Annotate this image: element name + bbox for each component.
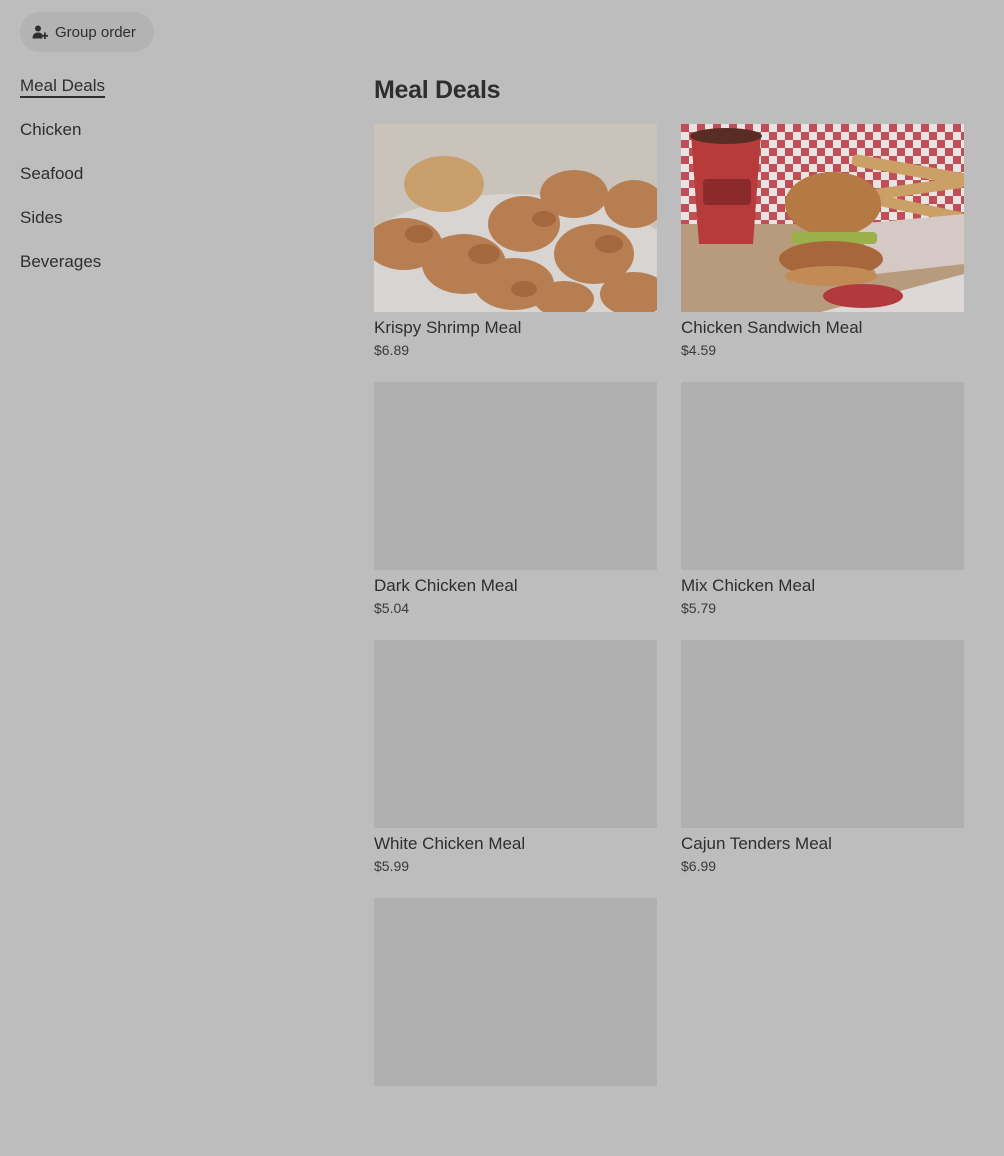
add-person-icon: [32, 24, 48, 40]
menu-item-card[interactable]: White Chicken Meal $5.99: [374, 640, 657, 898]
item-price: $5.79: [681, 600, 717, 616]
item-name: Krispy Shrimp Meal: [374, 318, 522, 337]
menu-item-card[interactable]: [374, 898, 657, 1156]
category-sides[interactable]: Sides: [20, 206, 105, 250]
item-price: $6.89: [374, 342, 410, 358]
menu-item-card[interactable]: Krispy Shrimp Meal $6.89: [374, 124, 657, 382]
item-name: Chicken Sandwich Meal: [681, 318, 863, 337]
item-name: Dark Chicken Meal: [374, 576, 518, 595]
section-title: Meal Deals: [374, 76, 501, 104]
category-chicken[interactable]: Chicken: [20, 118, 105, 162]
item-image-placeholder: [374, 640, 657, 828]
item-name: [374, 1091, 657, 1113]
category-nav: Meal Deals Chicken Seafood Sides Beverag…: [20, 74, 105, 294]
chicken-sandwich-meal-photo: [681, 124, 964, 312]
item-name: Mix Chicken Meal: [681, 576, 816, 595]
menu-item-card[interactable]: Dark Chicken Meal $5.04: [374, 382, 657, 640]
category-meal-deals[interactable]: Meal Deals: [20, 74, 105, 118]
menu-item-card[interactable]: Cajun Tenders Meal $6.99: [681, 640, 964, 898]
fried-shrimp-photo: [374, 124, 657, 312]
group-order-button[interactable]: Group order: [20, 12, 154, 52]
item-image-placeholder: [374, 898, 657, 1086]
category-seafood[interactable]: Seafood: [20, 162, 105, 206]
item-image-placeholder: [681, 382, 964, 570]
category-beverages[interactable]: Beverages: [20, 250, 105, 294]
item-image-placeholder: [681, 640, 964, 828]
item-name: White Chicken Meal: [374, 834, 526, 853]
item-price: $6.99: [681, 858, 717, 874]
menu-item-card[interactable]: Mix Chicken Meal $5.79: [681, 382, 964, 640]
menu-item-grid: Krispy Shrimp Meal $6.89 Chicken Sandwic…: [374, 124, 964, 1156]
item-price: $5.04: [374, 600, 410, 616]
item-price: $4.59: [681, 342, 717, 358]
item-price: $5.99: [374, 858, 410, 874]
item-image-placeholder: [374, 382, 657, 570]
menu-item-card[interactable]: Chicken Sandwich Meal $4.59: [681, 124, 964, 382]
group-order-label: Group order: [55, 23, 136, 41]
item-name: Cajun Tenders Meal: [681, 834, 832, 853]
